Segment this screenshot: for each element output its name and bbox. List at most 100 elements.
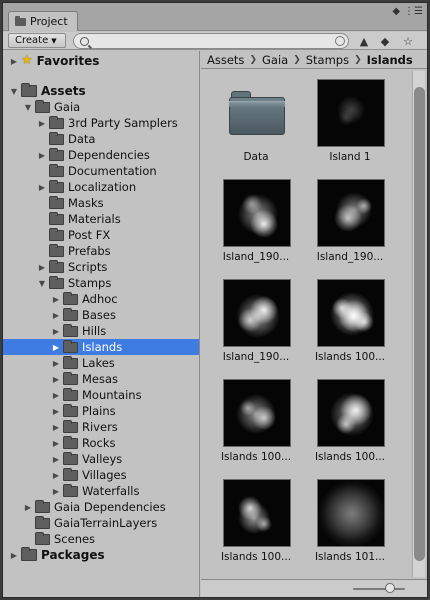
folder-icon [35, 499, 50, 513]
tree-item-stamps[interactable]: ▼ Stamps [3, 275, 199, 291]
breadcrumb-item[interactable]: Gaia [262, 53, 288, 67]
collapsed-arrow-icon[interactable]: ▶ [51, 339, 61, 355]
tree-item-valleys[interactable]: ▶ Valleys [3, 451, 199, 467]
collapsed-arrow-icon[interactable]: ▶ [37, 115, 47, 131]
tree-item-assets[interactable]: ▼ Assets [3, 83, 199, 99]
collapsed-arrow-icon[interactable]: ▶ [51, 291, 61, 307]
asset-texture-item[interactable]: Island 1 [303, 71, 397, 167]
tree-item-scripts[interactable]: ▶ Scripts [3, 259, 199, 275]
tree-item-villages[interactable]: ▶ Villages [3, 467, 199, 483]
breadcrumb-separator-icon: ❯ [293, 54, 301, 65]
tree-item-waterfalls[interactable]: ▶ Waterfalls [3, 483, 199, 499]
breadcrumb-item[interactable]: Stamps [306, 53, 349, 67]
collapsed-arrow-icon[interactable]: ▶ [51, 467, 61, 483]
scrollbar-thumb[interactable] [414, 87, 425, 561]
asset-texture-item[interactable]: Islands 100... [209, 371, 303, 467]
tree-item-documentation[interactable]: Documentation [3, 163, 199, 179]
tree-item-scenes[interactable]: Scenes [3, 531, 199, 547]
tree-item-adhoc[interactable]: ▶ Adhoc [3, 291, 199, 307]
collapsed-arrow-icon[interactable]: ▶ [51, 371, 61, 387]
tree-item-packages[interactable]: ▶ Packages [3, 547, 199, 563]
collapsed-arrow-icon[interactable]: ▶ [51, 435, 61, 451]
menu-icon[interactable]: ⋮☰ [404, 7, 423, 17]
tree-item-favorites[interactable]: ▶ ★ Favorites [3, 53, 199, 69]
folder-icon [49, 275, 64, 289]
tab-project[interactable]: Project [8, 11, 78, 31]
create-button[interactable]: Create ▼ [8, 33, 66, 48]
asset-texture-item[interactable]: Islands 100... [303, 371, 397, 467]
asset-texture-item[interactable]: Islands 100... [209, 471, 303, 567]
tree-item-gaia[interactable]: ▼ Gaia [3, 99, 199, 115]
collapsed-arrow-icon[interactable]: ▶ [51, 355, 61, 371]
arrow-spacer [23, 515, 33, 531]
breadcrumb-item[interactable]: Islands [367, 53, 413, 67]
lock-icon[interactable]: ◆ [392, 7, 400, 17]
asset-folder-item[interactable]: Data [209, 71, 303, 167]
tree-item-rocks[interactable]: ▶ Rocks [3, 435, 199, 451]
search-input[interactable] [93, 35, 348, 47]
expanded-arrow-icon[interactable]: ▼ [23, 99, 33, 115]
collapsed-arrow-icon[interactable]: ▶ [37, 179, 47, 195]
filter-by-label-icon[interactable]: ◆ [376, 33, 394, 49]
tree-item-mountains[interactable]: ▶ Mountains [3, 387, 199, 403]
search-icon [80, 36, 89, 46]
heightmap-thumbnail [223, 479, 291, 547]
collapsed-arrow-icon[interactable]: ▶ [9, 547, 19, 563]
search-cancel-icon[interactable] [335, 36, 345, 46]
tree-item-mesas[interactable]: ▶ Mesas [3, 371, 199, 387]
tree-item-label: Gaia [54, 100, 81, 114]
tree-item-localization[interactable]: ▶ Localization [3, 179, 199, 195]
asset-label: Islands 100... [220, 551, 292, 563]
tree-item-materials[interactable]: Materials [3, 211, 199, 227]
collapsed-arrow-icon[interactable]: ▶ [23, 499, 33, 515]
icon-size-slider-thumb[interactable] [385, 583, 395, 593]
icon-size-slider[interactable] [353, 588, 405, 590]
tree-item-dependencies[interactable]: ▶ Dependencies [3, 147, 199, 163]
tree-item-label: Localization [68, 180, 137, 194]
collapsed-arrow-icon[interactable]: ▶ [51, 387, 61, 403]
dropdown-arrow-icon: ▼ [51, 36, 57, 45]
collapsed-arrow-icon[interactable]: ▶ [51, 307, 61, 323]
search-field[interactable] [73, 33, 349, 49]
tree-item-label: Mountains [82, 388, 142, 402]
expanded-arrow-icon[interactable]: ▼ [9, 83, 19, 99]
folder-icon [63, 435, 78, 449]
tree-item-gaia-dependencies[interactable]: ▶ Gaia Dependencies [3, 499, 199, 515]
collapsed-arrow-icon[interactable]: ▶ [51, 483, 61, 499]
favorite-star-icon[interactable]: ☆ [399, 33, 417, 49]
collapsed-arrow-icon[interactable]: ▶ [51, 419, 61, 435]
tree-item-prefabs[interactable]: Prefabs [3, 243, 199, 259]
tree-item-islands[interactable]: ▶ Islands [3, 339, 199, 355]
folder-icon [49, 147, 64, 161]
tree-item-lakes[interactable]: ▶ Lakes [3, 355, 199, 371]
tree-item-3rd-party-samplers[interactable]: ▶ 3rd Party Samplers [3, 115, 199, 131]
collapsed-arrow-icon[interactable]: ▶ [51, 403, 61, 419]
tree-item-gaiaterrainlayers[interactable]: GaiaTerrainLayers [3, 515, 199, 531]
breadcrumb-item[interactable]: Assets [207, 53, 244, 67]
asset-texture-item[interactable]: Islands 101... [303, 471, 397, 567]
folder-icon [63, 483, 78, 497]
vertical-scrollbar[interactable] [412, 71, 425, 577]
asset-label: Island_190... [316, 251, 384, 263]
tree-item-rivers[interactable]: ▶ Rivers [3, 419, 199, 435]
collapsed-arrow-icon[interactable]: ▶ [37, 259, 47, 275]
asset-texture-item[interactable]: Island_190... [209, 171, 303, 267]
asset-texture-item[interactable]: Islands 100... [303, 271, 397, 367]
tree-item-bases[interactable]: ▶ Bases [3, 307, 199, 323]
collapsed-arrow-icon[interactable]: ▶ [37, 147, 47, 163]
tree-item-hills[interactable]: ▶ Hills [3, 323, 199, 339]
tree-item-data[interactable]: Data [3, 131, 199, 147]
arrow-spacer [37, 211, 47, 227]
tree-item-masks[interactable]: Masks [3, 195, 199, 211]
tree-item-plains[interactable]: ▶ Plains [3, 403, 199, 419]
asset-texture-item[interactable]: Island_190... [303, 171, 397, 267]
folder-icon [21, 547, 37, 561]
asset-texture-item[interactable]: Island_190... [209, 271, 303, 367]
collapsed-arrow-icon[interactable]: ▶ [51, 323, 61, 339]
tree-item-post-fx[interactable]: Post FX [3, 227, 199, 243]
folder-icon [49, 259, 64, 273]
filter-by-type-icon[interactable]: ▲ [355, 33, 373, 49]
collapsed-arrow-icon[interactable]: ▶ [51, 451, 61, 467]
collapsed-arrow-icon[interactable]: ▶ [9, 53, 19, 69]
expanded-arrow-icon[interactable]: ▼ [37, 275, 47, 291]
